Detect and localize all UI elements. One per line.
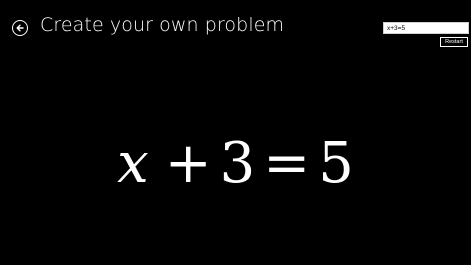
equation-variable: x	[117, 130, 149, 196]
back-button[interactable]	[12, 20, 28, 36]
back-arrow-icon	[15, 23, 25, 33]
page-title: Create your own problem	[40, 14, 285, 36]
app-window: Create your own problem Restart x + 3 = …	[0, 0, 471, 265]
equation-equals-sign: =	[263, 130, 311, 196]
equation-input[interactable]	[383, 22, 469, 34]
equation-display: x + 3 = 5	[0, 118, 471, 208]
restart-button[interactable]: Restart	[440, 37, 468, 47]
equation-result: 5	[318, 130, 354, 196]
equation-constant: 3	[219, 130, 256, 196]
equation-plus-operator: +	[164, 130, 212, 196]
